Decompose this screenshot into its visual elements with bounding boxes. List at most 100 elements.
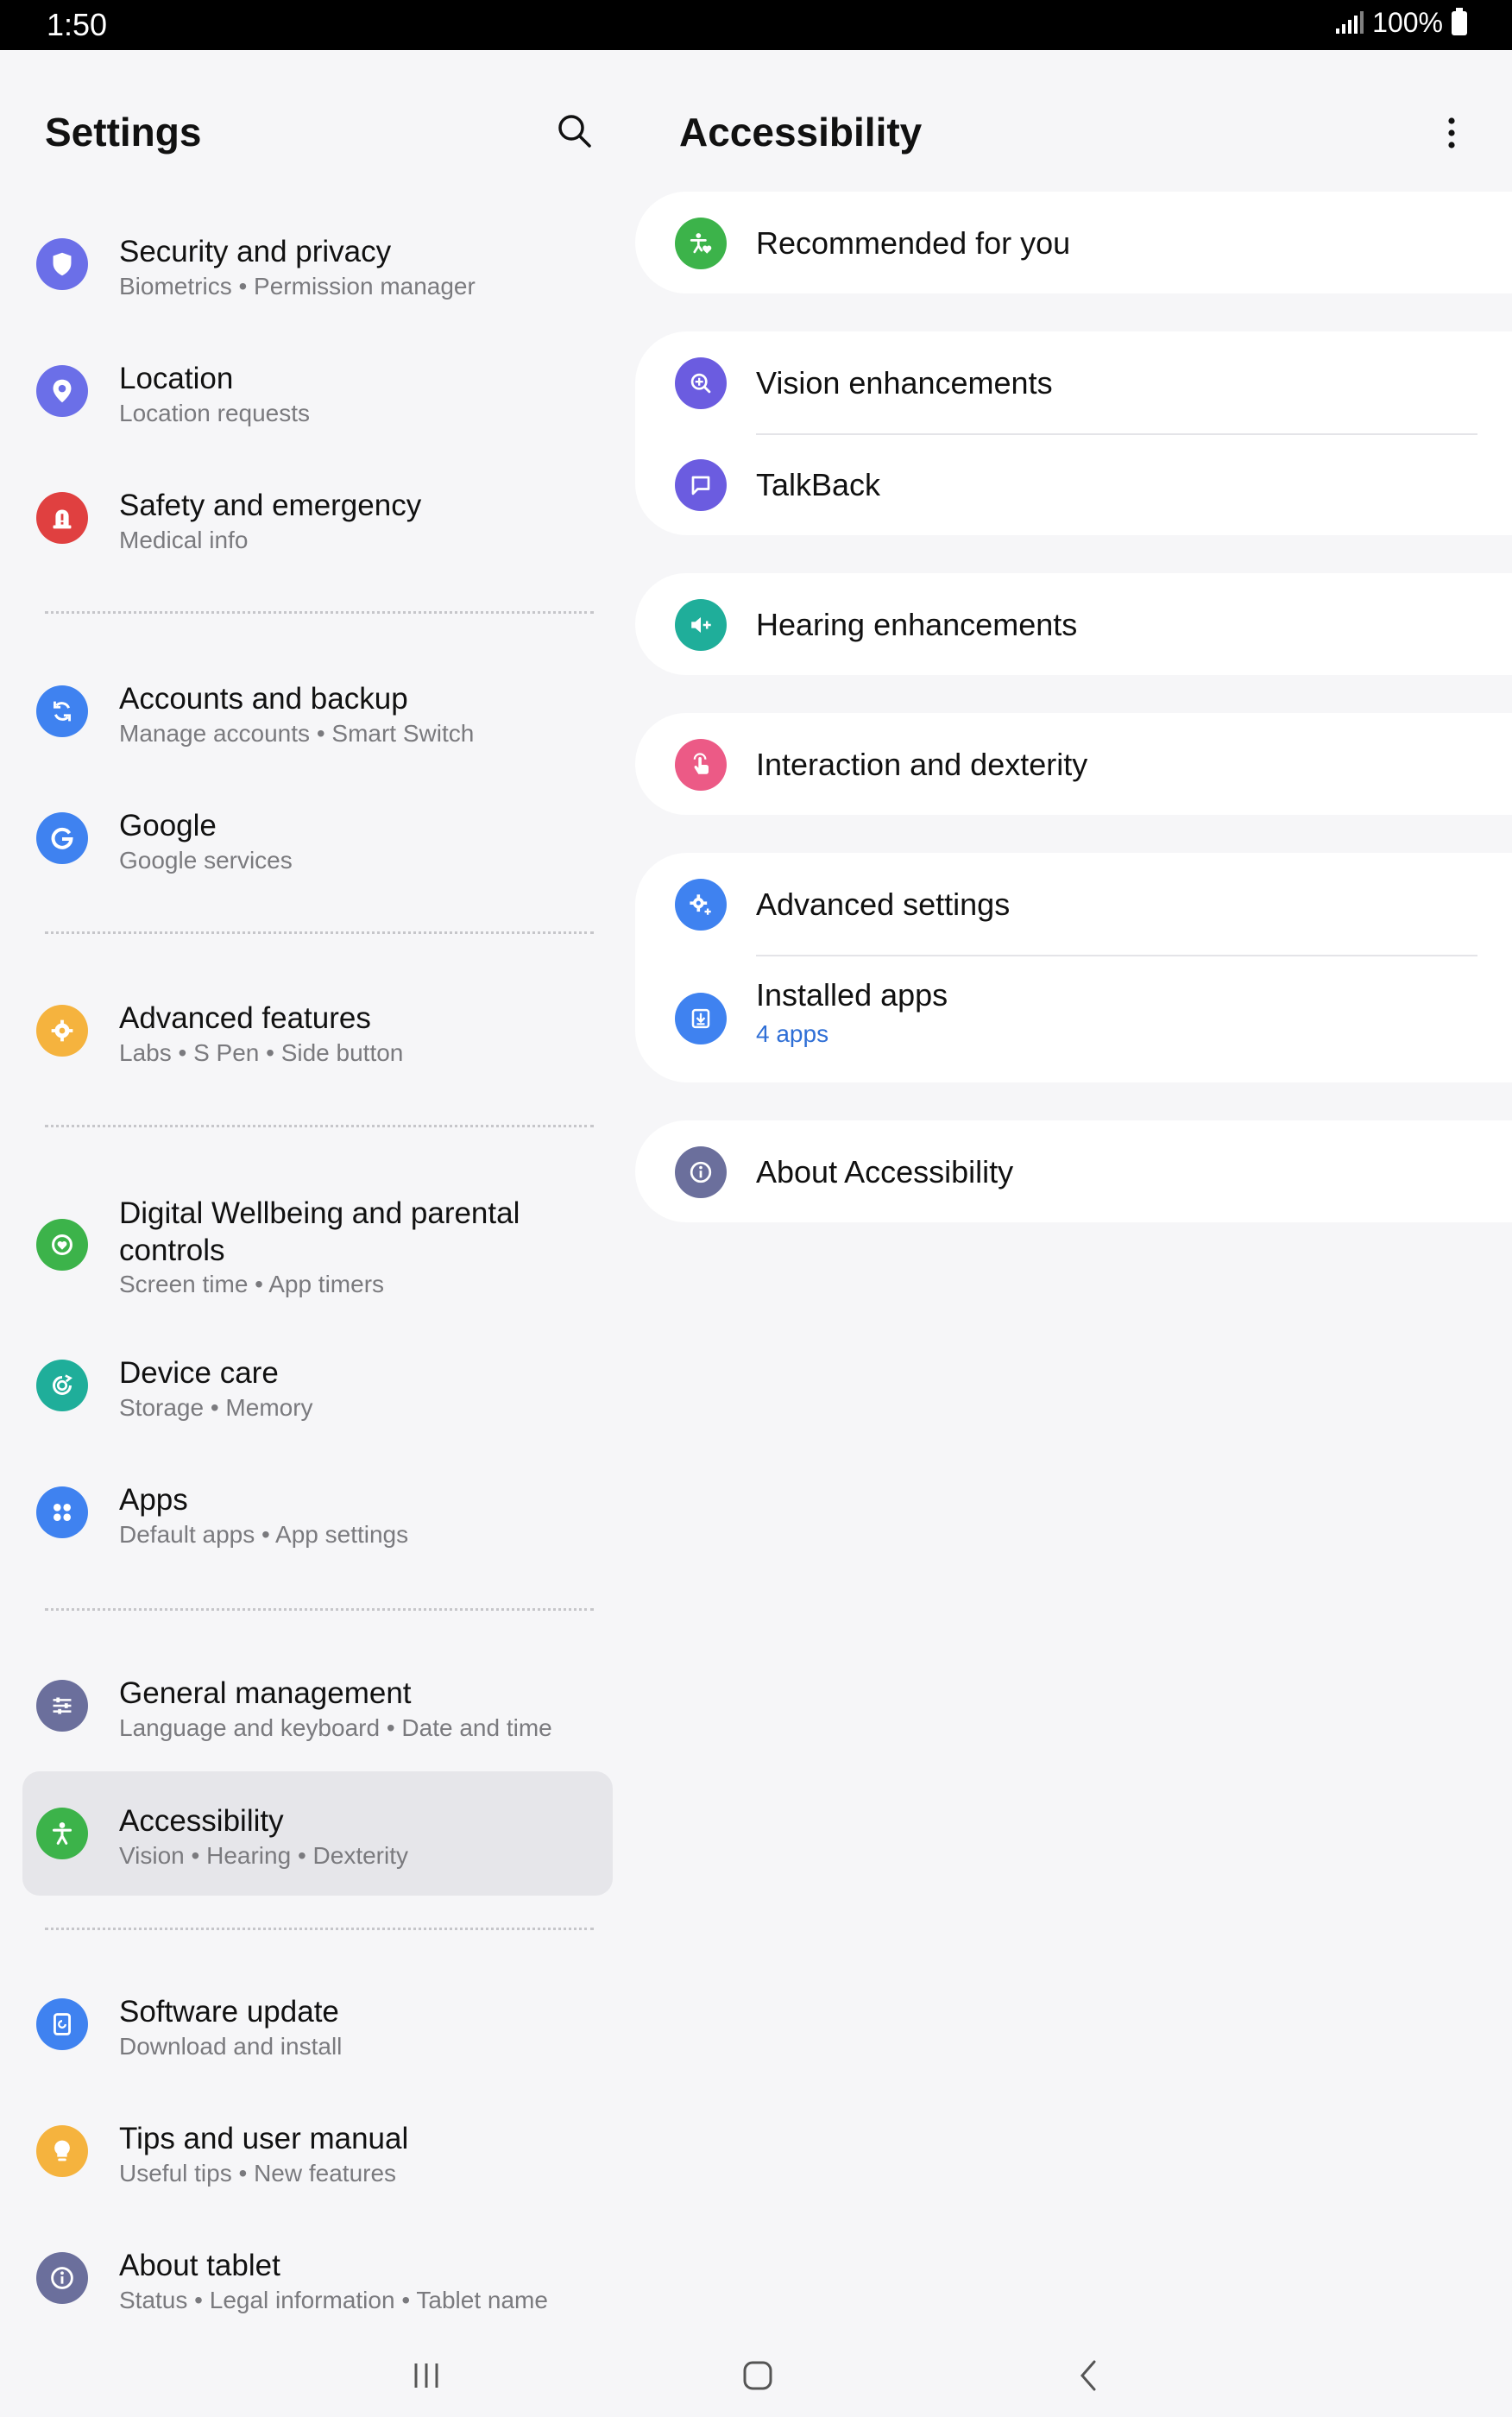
sliders-icon: [36, 1680, 88, 1732]
nav-item-subtitle: Manage accounts • Smart Switch: [119, 720, 475, 747]
row-installed-apps[interactable]: Installed apps 4 apps: [635, 955, 1512, 1082]
page-title: Accessibility: [679, 110, 923, 155]
nav-item-subtitle: Default apps • App settings: [119, 1521, 409, 1548]
settings-title: Settings: [45, 110, 202, 155]
row-label: Hearing enhancements: [756, 607, 1078, 642]
nav-item-subtitle: Download and install: [119, 2033, 343, 2060]
nav-item-title: Accessibility: [119, 1804, 284, 1838]
back-button[interactable]: [1055, 2348, 1124, 2403]
battery-icon: [1452, 7, 1467, 35]
row-label: About Accessibility: [756, 1154, 1014, 1190]
row-subtitle: 4 apps: [756, 1020, 829, 1047]
software-update-icon: [36, 1998, 88, 2050]
nav-item-safety-emergency[interactable]: Safety and emergency Medical info: [22, 456, 613, 580]
section-divider: [45, 931, 594, 934]
nav-item-subtitle: Screen time • App timers: [119, 1271, 385, 1297]
row-vision-enhancements[interactable]: Vision enhancements: [635, 331, 1512, 433]
nav-item-title: Advanced features: [119, 1001, 371, 1035]
nav-item-accounts-backup[interactable]: Accounts and backup Manage accounts • Sm…: [22, 649, 613, 773]
nav-item-subtitle: Useful tips • New features: [119, 2160, 397, 2187]
nav-item-security-privacy[interactable]: Security and privacy Biometrics • Permis…: [22, 202, 613, 326]
status-time: 1:50: [47, 7, 108, 42]
row-label: Recommended for you: [756, 225, 1071, 261]
row-label: Advanced settings: [756, 887, 1011, 922]
gear-plus-icon: [675, 879, 727, 931]
card-interaction: Interaction and dexterity: [635, 713, 1512, 815]
nav-item-title: Device care: [119, 1356, 279, 1390]
nav-item-subtitle: Biometrics • Permission manager: [119, 273, 476, 300]
row-label: Installed apps: [756, 977, 948, 1013]
speaker-plus-icon: [675, 599, 727, 651]
nav-item-title: Software update: [119, 1995, 339, 2029]
google-g-icon: [36, 812, 88, 864]
signal-icon: [1336, 10, 1364, 34]
search-button[interactable]: [552, 109, 597, 154]
nav-item-title: Safety and emergency: [119, 489, 422, 522]
card-advanced: Advanced settings Installed apps 4 apps: [635, 853, 1512, 1082]
nav-item-title: Google: [119, 809, 217, 842]
card-about: About Accessibility: [635, 1120, 1512, 1222]
info-icon: [675, 1146, 727, 1198]
section-divider: [45, 611, 594, 614]
nav-item-apps[interactable]: Apps Default apps • App settings: [22, 1450, 613, 1575]
nav-item-subtitle: Labs • S Pen • Side button: [119, 1039, 404, 1066]
nav-item-subtitle: Status • Legal information • Tablet name: [119, 2287, 548, 2313]
nav-item-location[interactable]: Location Location requests: [22, 329, 613, 453]
nav-item-subtitle: Google services: [119, 847, 293, 874]
nav-item-title: Digital Wellbeing and parental controls: [119, 1196, 520, 1267]
back-icon: [1080, 2360, 1096, 2391]
info-icon: [36, 2252, 88, 2304]
nav-item-device-care[interactable]: Device care Storage • Memory: [22, 1323, 613, 1448]
home-button[interactable]: [723, 2348, 792, 2403]
speech-bubble-icon: [675, 459, 727, 511]
puzzle-gear-icon: [36, 1005, 88, 1057]
battery-percent: 100%: [1372, 7, 1443, 38]
row-talkback[interactable]: TalkBack: [635, 433, 1512, 535]
nav-item-subtitle: Location requests: [119, 400, 311, 426]
heart-ring-icon: [36, 1219, 88, 1271]
card-vision: Vision enhancements TalkBack: [635, 331, 1512, 535]
apps-grid-icon: [36, 1486, 88, 1538]
nav-item-advanced-features[interactable]: Advanced features Labs • S Pen • Side bu…: [22, 969, 613, 1093]
recents-button[interactable]: [392, 2348, 461, 2403]
nav-item-subtitle: Language and keyboard • Date and time: [119, 1714, 552, 1741]
more-options-button[interactable]: [1433, 110, 1471, 155]
card-recommended: Recommended for you: [635, 192, 1512, 293]
row-label: Vision enhancements: [756, 365, 1053, 401]
nav-item-title: Security and privacy: [119, 235, 392, 268]
nav-item-software-update[interactable]: Software update Download and install: [22, 1962, 613, 2086]
nav-item-digital-wellbeing[interactable]: Digital Wellbeing and parental controls …: [22, 1177, 613, 1302]
home-icon: [743, 2361, 772, 2390]
status-bar: 1:50 100%: [0, 0, 1512, 50]
nav-item-subtitle: Vision • Hearing • Dexterity: [119, 1842, 409, 1869]
shield-icon: [36, 238, 88, 290]
nav-item-title: Apps: [119, 1483, 188, 1517]
row-advanced-settings[interactable]: Advanced settings: [635, 853, 1512, 955]
sync-icon: [36, 685, 88, 737]
section-divider: [45, 1125, 594, 1127]
row-hearing-enhancements[interactable]: Hearing enhancements: [635, 573, 1512, 675]
nav-item-general-management[interactable]: General management Language and keyboard…: [22, 1644, 613, 1768]
nav-item-title: Location: [119, 362, 234, 395]
nav-item-accessibility[interactable]: Accessibility Vision • Hearing • Dexteri…: [22, 1771, 613, 1896]
row-recommended-for-you[interactable]: Recommended for you: [635, 192, 1512, 293]
row-label: Interaction and dexterity: [756, 747, 1088, 782]
nav-item-subtitle: Medical info: [119, 527, 249, 553]
more-vertical-icon: [1448, 117, 1455, 148]
download-box-icon: [675, 993, 727, 1044]
status-right: 100%: [1336, 7, 1467, 39]
row-interaction-dexterity[interactable]: Interaction and dexterity: [635, 713, 1512, 815]
accessibility-heart-icon: [675, 218, 727, 269]
nav-item-tips-manual[interactable]: Tips and user manual Useful tips • New f…: [22, 2089, 613, 2213]
device-care-icon: [36, 1360, 88, 1411]
lightbulb-icon: [36, 2125, 88, 2177]
magnifier-plus-icon: [675, 357, 727, 409]
section-divider: [45, 1608, 594, 1611]
emergency-siren-icon: [36, 492, 88, 544]
row-about-accessibility[interactable]: About Accessibility: [635, 1120, 1512, 1222]
accessibility-person-icon: [36, 1808, 88, 1859]
nav-item-about-tablet[interactable]: About tablet Status • Legal information …: [22, 2216, 613, 2340]
recents-icon: [414, 2363, 438, 2388]
card-hearing: Hearing enhancements: [635, 573, 1512, 675]
nav-item-google[interactable]: Google Google services: [22, 776, 613, 900]
